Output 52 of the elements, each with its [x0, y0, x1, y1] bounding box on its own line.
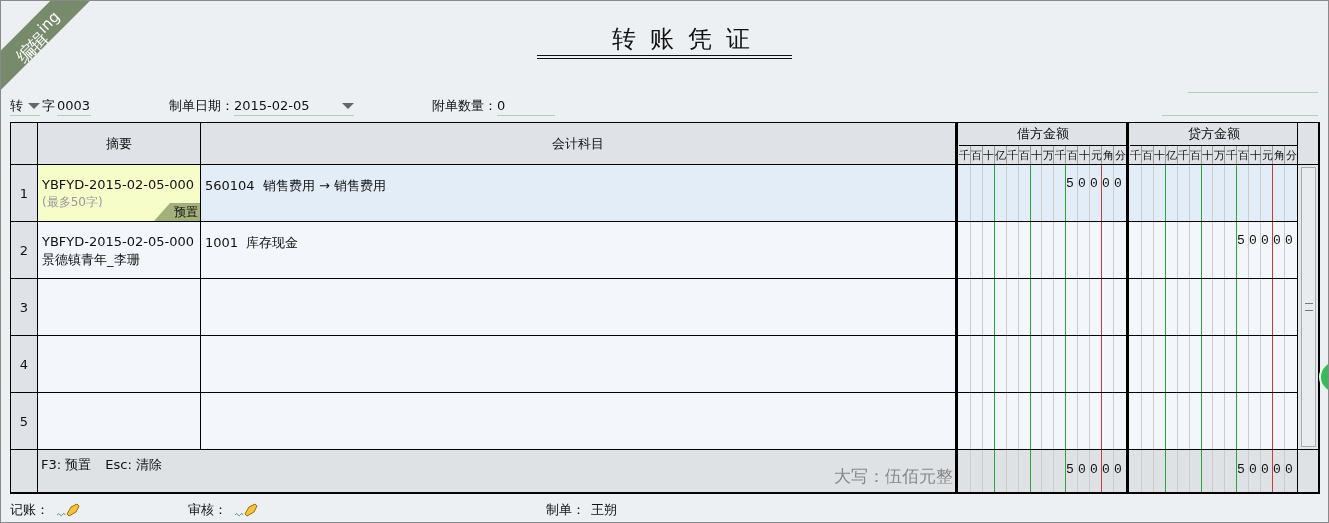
signature-name: 王朔	[591, 500, 617, 519]
account-cell[interactable]	[201, 336, 956, 393]
summary-note: 景德镇青年_李珊	[42, 251, 141, 269]
pen-icon[interactable]	[55, 501, 81, 518]
voucher-word-label: 字	[42, 97, 55, 115]
credit-cell[interactable]	[1127, 393, 1298, 450]
debit-cell[interactable]	[956, 393, 1127, 450]
row-number: 4	[11, 336, 38, 393]
summary-cell[interactable]	[38, 279, 201, 336]
pen-icon[interactable]	[233, 501, 259, 518]
preset-tag[interactable]: 预置	[154, 203, 200, 221]
date-label: 制单日期：	[169, 97, 234, 115]
summary-cell[interactable]	[38, 393, 201, 450]
unit-labels: 千百十亿千百十万千百十元角分	[1130, 148, 1298, 164]
account-cell[interactable]: 560104 销售费用 → 销售费用	[201, 165, 956, 222]
date-dropdown[interactable]: 2015-02-05	[234, 97, 354, 116]
summary-cell[interactable]: YBFYD-2015-02-05-000 景德镇青年_李珊	[38, 222, 201, 279]
column-header: 借方金额	[959, 123, 1126, 146]
voucher-type-dropdown[interactable]: 转	[10, 97, 40, 116]
voucher-title: 转账凭证	[536, 23, 792, 59]
summary-cell[interactable]: YBFYD-2015-02-05-000 (最多50字) 预置	[38, 165, 201, 222]
row-number: 1	[11, 165, 38, 222]
scrollbar-thumb[interactable]	[1301, 167, 1316, 447]
unit-labels: 千百十亿千百十万千百十元角分	[959, 148, 1127, 164]
debit-cell[interactable]	[956, 336, 1127, 393]
column-header: 贷方金额	[1130, 123, 1297, 146]
signature-label: 制单：	[546, 500, 585, 519]
summary-text: YBFYD-2015-02-05-000	[42, 233, 196, 251]
attachments-field[interactable]: 0	[497, 97, 555, 116]
hotkey-hint: Esc: 清除	[105, 456, 162, 474]
signature-label: 审核：	[188, 500, 227, 519]
account-cell[interactable]	[201, 279, 956, 336]
summary-cell[interactable]	[38, 336, 201, 393]
credit-cell[interactable]	[1127, 279, 1298, 336]
credit-cell[interactable]	[1127, 165, 1298, 222]
account-cell[interactable]: 1001 库存现金	[201, 222, 956, 279]
signature-label: 记账：	[10, 500, 49, 519]
column-header: 会计科目	[201, 123, 956, 165]
amount-in-words: 大写：伍佰元整	[834, 465, 953, 488]
credit-cell[interactable]	[1127, 336, 1298, 393]
account-cell[interactable]	[201, 393, 956, 450]
debit-cell[interactable]	[956, 279, 1127, 336]
summary-text: YBFYD-2015-02-05-000	[42, 176, 196, 194]
summary-hint: (最多50字)	[42, 194, 104, 210]
attachments-label: 附单数量：	[432, 97, 497, 115]
debit-cell[interactable]	[956, 222, 1127, 279]
column-header: 摘要	[38, 123, 201, 165]
row-number: 2	[11, 222, 38, 279]
row-number: 5	[11, 393, 38, 450]
row-number: 3	[11, 279, 38, 336]
voucher-number-field[interactable]: 0003	[57, 97, 91, 116]
hotkey-hint: F3: 预置	[41, 456, 92, 474]
